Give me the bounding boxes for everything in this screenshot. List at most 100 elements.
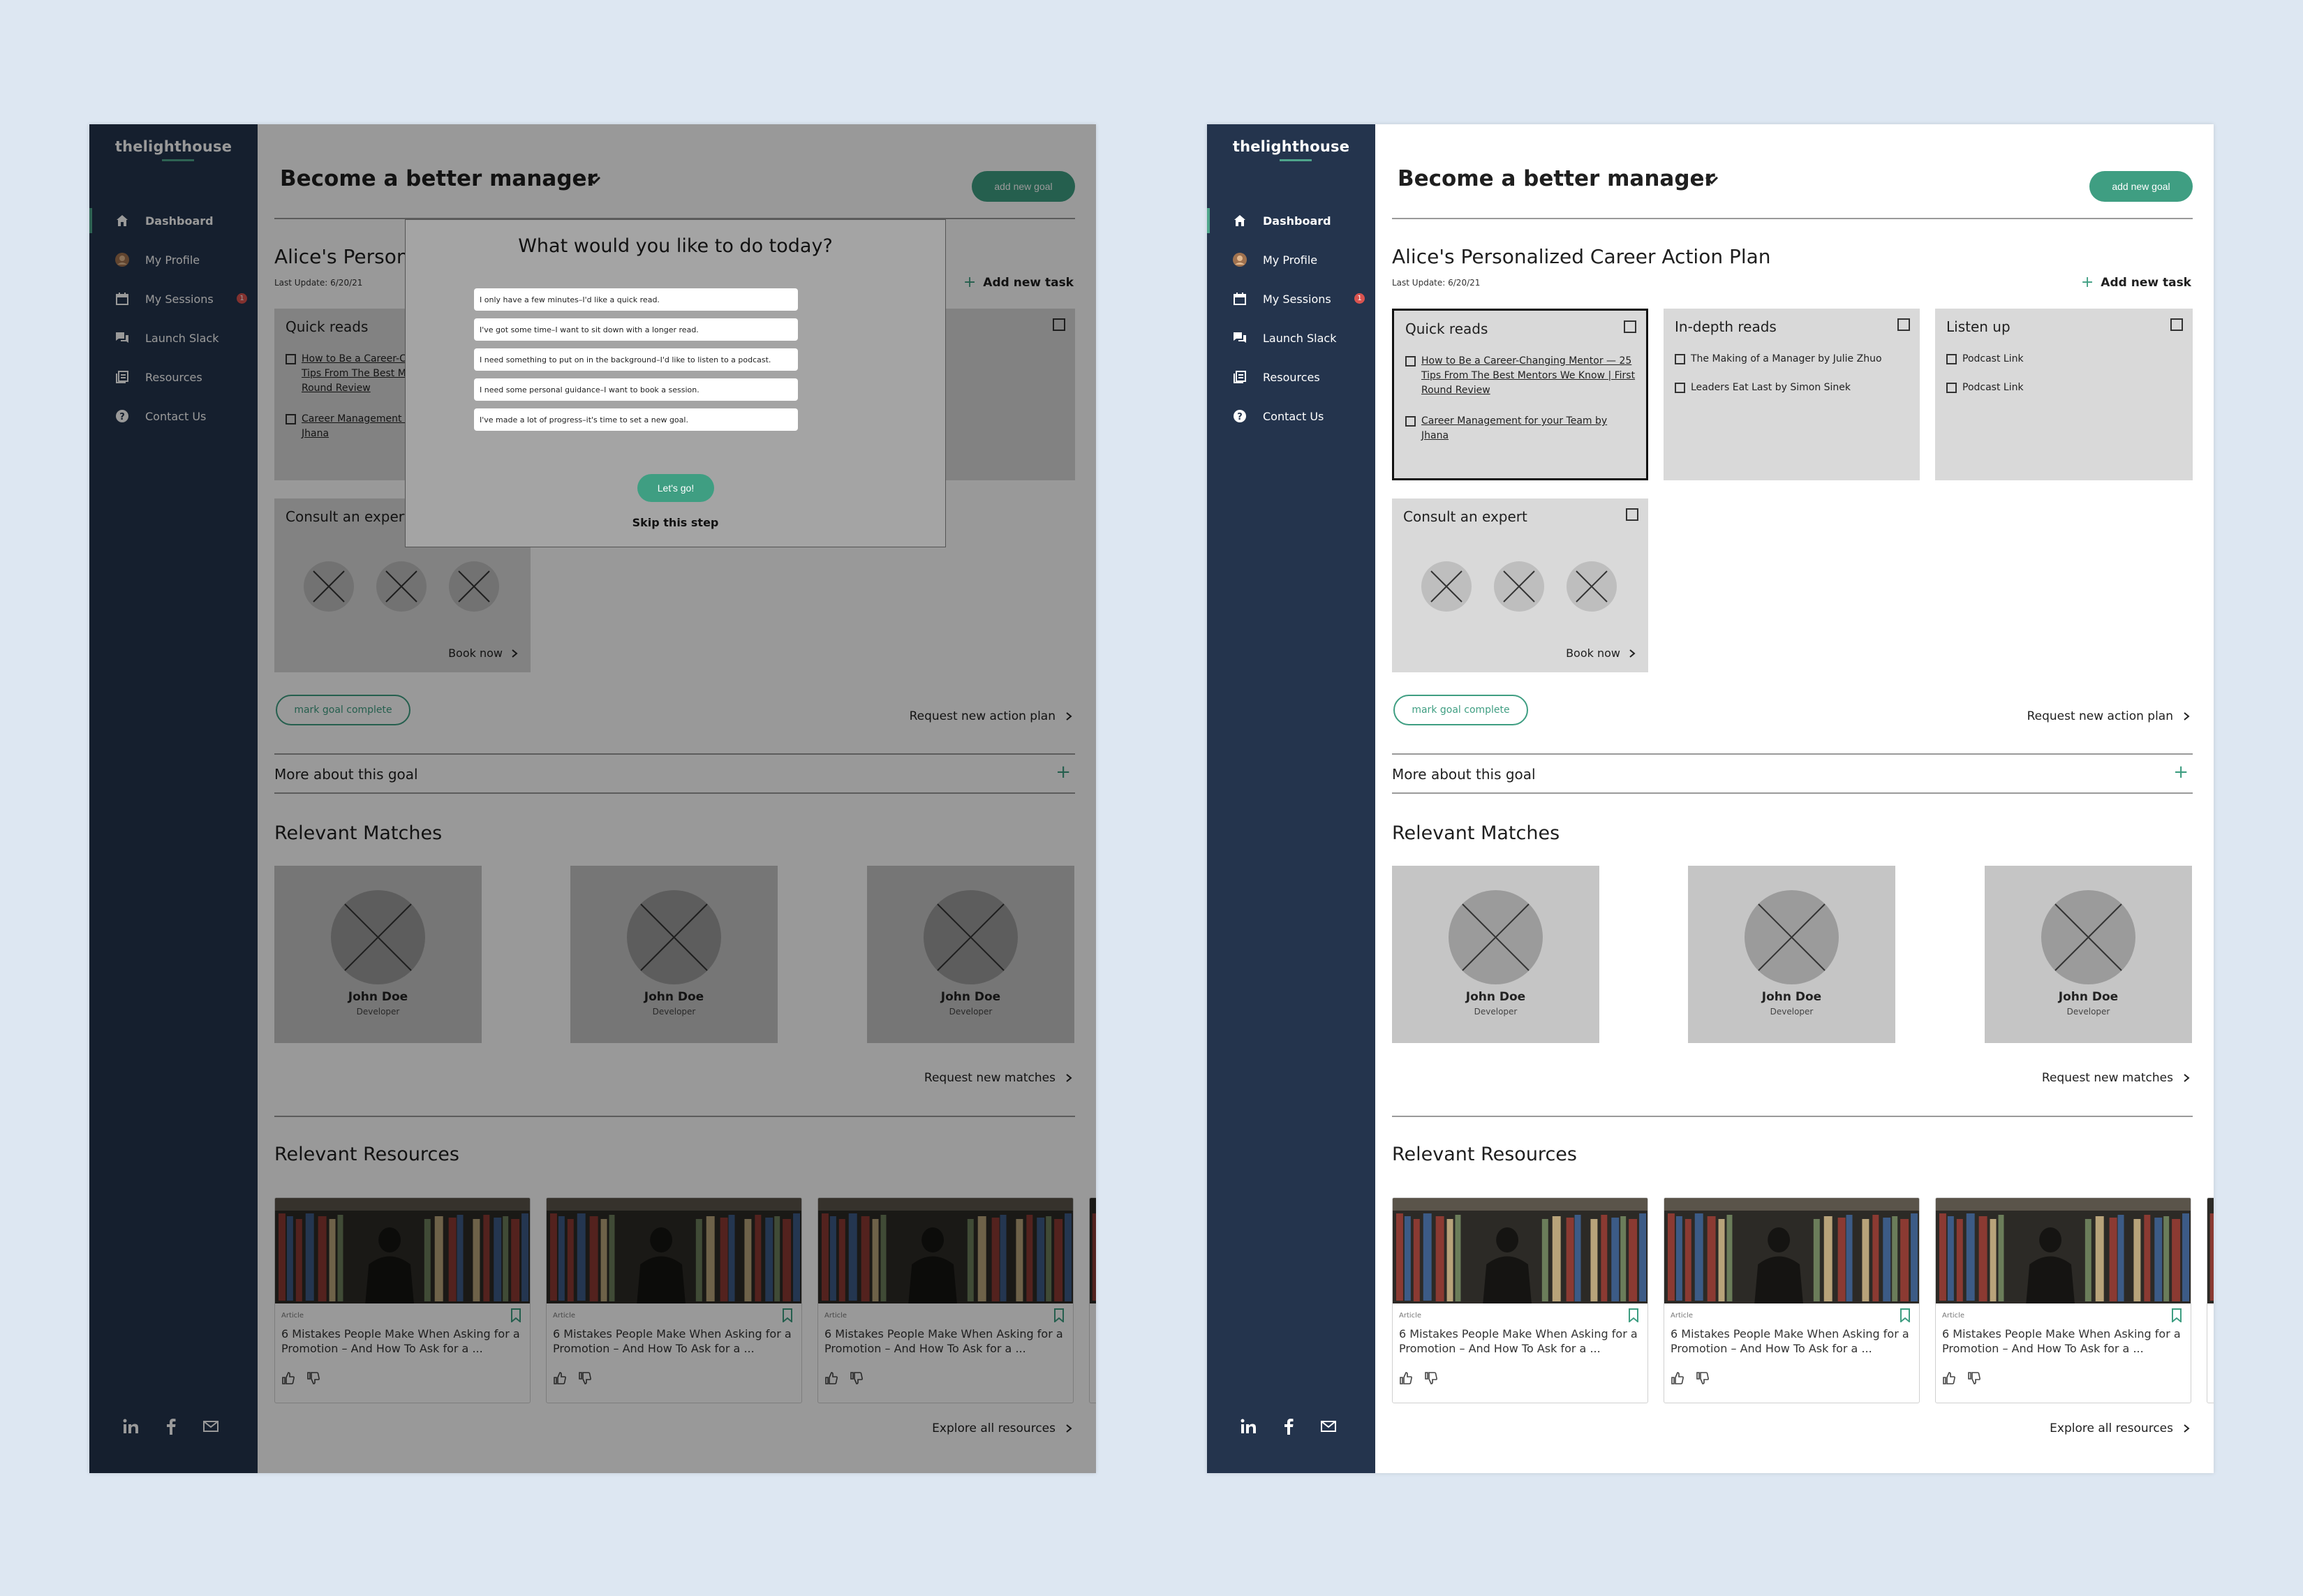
mark-goal-complete-button[interactable]: mark goal complete xyxy=(1393,695,1528,725)
bookmark-icon[interactable] xyxy=(1900,1308,1911,1322)
sidebar-item-label: My Profile xyxy=(1263,253,1318,267)
card-checkbox[interactable] xyxy=(1897,318,1910,331)
explore-resources-label: Explore all resources xyxy=(2050,1421,2173,1435)
task-item[interactable]: Podcast Link xyxy=(1946,352,2177,367)
modal-option-podcast[interactable]: I need something to put on in the backgr… xyxy=(474,348,798,371)
add-new-goal-button[interactable]: add new goal xyxy=(2089,171,2193,202)
sidebar-item-my-profile[interactable]: My Profile xyxy=(1207,240,1375,279)
sidebar: thelighthouse Dashboard My Profile My Se… xyxy=(1207,124,1375,1473)
match-avatar xyxy=(1745,890,1839,984)
resource-card[interactable]: Article 6 Mistakes People Make When Aski… xyxy=(1935,1197,2191,1403)
thumbs-down-icon[interactable] xyxy=(1967,1371,1981,1385)
sidebar-item-launch-slack[interactable]: Launch Slack xyxy=(1207,318,1375,357)
thumbs-up-icon[interactable] xyxy=(1399,1371,1413,1385)
book-now-link[interactable]: Book now xyxy=(1566,646,1636,660)
card-consult-expert[interactable]: Consult an expert Book now xyxy=(1392,498,1648,672)
match-card[interactable]: John Doe Developer xyxy=(1392,866,1599,1043)
resource-title[interactable]: 6 Mistakes People Make When Asking for a… xyxy=(1942,1327,2185,1356)
task-label: Leaders Eat Last by Simon Sinek xyxy=(1691,382,1851,393)
task-link[interactable]: Career Management for your Team by Jhana xyxy=(1421,414,1636,443)
sidebar-item-label: Resources xyxy=(1263,370,1320,384)
task-item[interactable]: How to Be a Career-Changing Mentor — 25 … xyxy=(1405,354,1636,398)
modal-option-quick-read[interactable]: I only have a few minutes–I'd like a qui… xyxy=(474,288,798,311)
task-item[interactable]: The Making of a Manager by Julie Zhuo xyxy=(1675,352,1905,367)
main-content: Become a better manager add new goal Ali… xyxy=(1375,124,2214,1473)
match-avatar xyxy=(1449,890,1543,984)
book-icon xyxy=(1232,369,1247,385)
task-item[interactable]: Podcast Link xyxy=(1946,380,2177,395)
task-item[interactable]: Career Management for your Team by Jhana xyxy=(1405,414,1636,443)
more-about-goal-accordion[interactable]: More about this goal + xyxy=(1392,753,2193,794)
thumbs-up-icon[interactable] xyxy=(1942,1371,1956,1385)
explore-resources-link[interactable]: Explore all resources xyxy=(2050,1421,2190,1435)
modal-option-book-session[interactable]: I need some personal guidance–I want to … xyxy=(474,378,798,401)
linkedin-icon[interactable] xyxy=(1241,1418,1257,1435)
resource-title[interactable]: 6 Mistakes People Make When Asking for a… xyxy=(1671,1327,1913,1356)
chat-icon xyxy=(1232,330,1247,346)
lets-go-button[interactable]: Let's go! xyxy=(637,474,714,502)
request-new-matches-link[interactable]: Request new matches xyxy=(2042,1071,2190,1085)
mail-icon[interactable] xyxy=(1320,1418,1337,1435)
task-link[interactable]: How to Be a Career-Changing Mentor — 25 … xyxy=(1421,354,1636,398)
expert-avatar[interactable] xyxy=(1567,561,1617,612)
sidebar-item-resources[interactable]: Resources xyxy=(1207,357,1375,397)
task-checkbox[interactable] xyxy=(1946,354,1957,364)
library-image xyxy=(1936,1198,2191,1303)
task-label: Podcast Link xyxy=(1962,353,2024,364)
task-checkbox[interactable] xyxy=(1405,416,1416,427)
card-listen-up[interactable]: Listen up Podcast Link Podcast Link xyxy=(1935,309,2193,480)
bookmark-icon[interactable] xyxy=(2171,1308,2182,1322)
resource-card[interactable]: Article 6 Mistakes People Make When Aski… xyxy=(1664,1197,1920,1403)
app-logo[interactable]: thelighthouse xyxy=(1207,138,1375,155)
match-avatar xyxy=(2041,890,2135,984)
card-checkbox[interactable] xyxy=(1626,508,1638,521)
task-item[interactable]: Leaders Eat Last by Simon Sinek xyxy=(1675,380,1905,395)
modal-option-longer-read[interactable]: I've got some time–I want to sit down wi… xyxy=(474,318,798,341)
resource-card-partial[interactable] xyxy=(2207,1197,2214,1403)
chevron-right-icon xyxy=(2184,712,2190,721)
expert-avatar[interactable] xyxy=(1494,561,1544,612)
sidebar-item-dashboard[interactable]: Dashboard xyxy=(1207,201,1375,240)
header-divider xyxy=(1392,218,2193,219)
card-title: Listen up xyxy=(1946,318,2011,335)
thumbs-up-icon[interactable] xyxy=(1671,1371,1684,1385)
facebook-icon[interactable] xyxy=(1280,1418,1297,1435)
task-checkbox[interactable] xyxy=(1946,383,1957,393)
request-action-plan-link[interactable]: Request new action plan xyxy=(2027,709,2190,723)
plus-icon: + xyxy=(2080,274,2094,291)
card-in-depth-reads[interactable]: In-depth reads The Making of a Manager b… xyxy=(1664,309,1920,480)
skip-step-link[interactable]: Skip this step xyxy=(406,516,945,529)
card-quick-reads[interactable]: Quick reads How to Be a Career-Changing … xyxy=(1392,309,1648,480)
card-title: Quick reads xyxy=(1405,320,1488,337)
chevron-down-icon[interactable] xyxy=(1703,172,1720,189)
resource-card[interactable]: Article 6 Mistakes People Make When Aski… xyxy=(1392,1197,1648,1403)
add-new-task-button[interactable]: + Add new task xyxy=(2081,274,2191,291)
sidebar-item-contact-us[interactable]: ? Contact Us xyxy=(1207,397,1375,436)
thumbs-down-icon[interactable] xyxy=(1424,1371,1438,1385)
sidebar-item-label: Dashboard xyxy=(1263,214,1331,228)
match-name: John Doe xyxy=(1761,990,1822,1004)
card-checkbox[interactable] xyxy=(1624,320,1636,333)
avatar-icon xyxy=(1232,252,1247,267)
sidebar-item-my-sessions[interactable]: My Sessions 1 xyxy=(1207,279,1375,318)
add-task-label: Add new task xyxy=(2101,275,2191,290)
resource-title[interactable]: 6 Mistakes People Make When Asking for a… xyxy=(1399,1327,1642,1356)
expert-avatar[interactable] xyxy=(1421,561,1472,612)
what-to-do-modal: What would you like to do today? I only … xyxy=(405,219,946,547)
match-card[interactable]: John Doe Developer xyxy=(1985,866,2192,1043)
match-card[interactable]: John Doe Developer xyxy=(1688,866,1895,1043)
task-checkbox[interactable] xyxy=(1405,356,1416,367)
match-role: Developer xyxy=(1770,1007,1814,1017)
modal-option-new-goal[interactable]: I've made a lot of progress–it's time to… xyxy=(474,408,798,431)
plus-icon[interactable]: + xyxy=(2173,762,2189,783)
match-role: Developer xyxy=(2066,1007,2110,1017)
request-matches-label: Request new matches xyxy=(2041,1071,2173,1085)
bookmark-icon[interactable] xyxy=(1628,1308,1639,1322)
thumbs-down-icon[interactable] xyxy=(1696,1371,1710,1385)
sidebar-item-label: Launch Slack xyxy=(1263,331,1337,345)
card-checkbox[interactable] xyxy=(2170,318,2183,331)
task-checkbox[interactable] xyxy=(1675,383,1685,393)
task-checkbox[interactable] xyxy=(1675,354,1685,364)
social-links xyxy=(1241,1418,1337,1435)
card-title: Consult an expert xyxy=(1403,508,1527,525)
